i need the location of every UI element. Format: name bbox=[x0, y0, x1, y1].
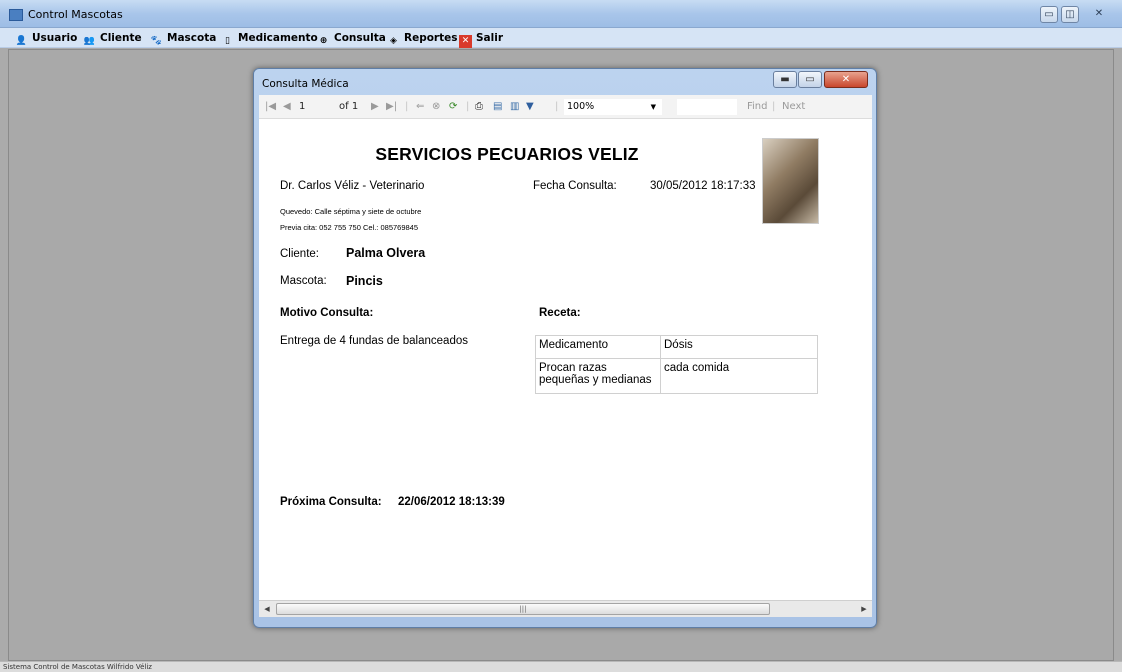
next-page-icon[interactable]: ▶ bbox=[371, 100, 379, 113]
title-bar: Control Mascotas ▭ ◫ ✕ bbox=[0, 0, 1122, 28]
app-icon bbox=[9, 9, 23, 21]
status-bar: Sistema Control de Mascotas Wilfrido Vél… bbox=[0, 661, 1122, 672]
company-name: SERVICIOS PECUARIOS VELIZ bbox=[375, 144, 639, 164]
pet-photo bbox=[762, 138, 819, 224]
menu-usuario[interactable]: 👤 Usuario bbox=[15, 31, 77, 47]
report-viewer: SERVICIOS PECUARIOS VELIZ Dr. Carlos Vél… bbox=[259, 119, 872, 600]
scroll-thumb[interactable]: ||| bbox=[276, 603, 770, 615]
child-window-title: Consulta Médica bbox=[262, 78, 349, 90]
find-input[interactable] bbox=[677, 99, 737, 115]
menu-usuario-label: Usuario bbox=[32, 32, 78, 44]
find-link[interactable]: Find bbox=[747, 100, 768, 113]
page-count: of 1 bbox=[339, 101, 359, 112]
fecha-value: 30/05/2012 18:17:33 bbox=[650, 180, 756, 192]
user-icon: 👤 bbox=[15, 36, 28, 46]
main-window: Control Mascotas ▭ ◫ ✕ 👤 Usuario 👥 Cliente… bbox=[0, 0, 1122, 672]
minimize-button[interactable]: ▭ bbox=[1040, 6, 1058, 23]
cliente-value: Palma Olvera bbox=[346, 246, 426, 260]
refresh-icon[interactable]: ⟳ bbox=[449, 100, 457, 113]
stop-icon[interactable]: ⊗ bbox=[432, 100, 440, 113]
export-icon[interactable]: ▼ bbox=[526, 100, 534, 113]
last-page-icon[interactable]: ▶| bbox=[386, 100, 397, 113]
menu-reportes[interactable]: ◈ Reportes bbox=[387, 31, 458, 47]
toolbar-separator: | bbox=[772, 101, 776, 112]
toolbar-separator: | bbox=[466, 101, 470, 112]
horizontal-scrollbar[interactable]: ◀ ||| ▶ bbox=[259, 600, 872, 617]
mascota-label: Mascota: bbox=[280, 275, 327, 287]
menu-cliente-label: Cliente bbox=[100, 32, 142, 44]
address: Quevedo: Calle séptima y siete de octubr… bbox=[280, 207, 422, 216]
table-cell: cada comida bbox=[660, 358, 818, 394]
table-cell: Procan razas pequeñas y medianas bbox=[535, 358, 661, 394]
scroll-right-icon[interactable]: ▶ bbox=[858, 603, 870, 615]
first-page-icon[interactable]: |◀ bbox=[265, 100, 276, 113]
chevron-down-icon: ▼ bbox=[650, 103, 656, 111]
status-text: Sistema Control de Mascotas Wilfrido Vél… bbox=[3, 663, 152, 671]
consult-icon: ⊕ bbox=[319, 36, 328, 46]
menu-mascota-label: Mascota bbox=[167, 32, 217, 44]
back-icon[interactable]: ⇐ bbox=[416, 100, 424, 113]
menu-medicamento[interactable]: ▯ Medicamento bbox=[221, 31, 318, 47]
menu-mascota[interactable]: 🐾 Mascota bbox=[150, 31, 216, 47]
medicine-icon: ▯ bbox=[225, 36, 230, 46]
restore-button[interactable]: ◫ bbox=[1061, 6, 1079, 23]
receta-table: Medicamento Dósis Procan razas pequeñas … bbox=[535, 335, 818, 394]
toolbar-separator: | bbox=[555, 101, 559, 112]
reports-icon: ◈ bbox=[390, 36, 397, 46]
scroll-left-icon[interactable]: ◀ bbox=[261, 603, 273, 615]
page-number[interactable]: 1 bbox=[299, 100, 305, 113]
consulta-medica-window: Consulta Médica ▬ ▭ ✕ |◀ ◀ 1 of 1 ▶ ▶| |… bbox=[253, 68, 877, 628]
zoom-value: 100% bbox=[567, 101, 595, 112]
proxima-label: Próxima Consulta: bbox=[280, 496, 382, 508]
close-button[interactable]: ✕ bbox=[1086, 6, 1112, 23]
menu-salir-label: Salir bbox=[476, 32, 504, 44]
motivo-label: Motivo Consulta: bbox=[280, 307, 374, 319]
table-row: Procan razas pequeñas y medianas cada co… bbox=[535, 358, 818, 394]
column-header: Medicamento bbox=[535, 335, 661, 359]
table-header-row: Medicamento Dósis bbox=[535, 335, 818, 359]
print-layout-icon[interactable]: ▤ bbox=[493, 100, 502, 113]
print-icon[interactable]: ⎙ bbox=[475, 100, 483, 113]
prev-page-icon[interactable]: ◀ bbox=[283, 100, 291, 113]
next-link[interactable]: Next bbox=[782, 100, 805, 113]
toolbar-separator: | bbox=[405, 101, 409, 112]
window-title: Control Mascotas bbox=[28, 8, 123, 21]
fecha-label: Fecha Consulta: bbox=[533, 180, 617, 192]
doctor-name: Dr. Carlos Véliz - Veterinario bbox=[280, 180, 425, 192]
menu-bar: 👤 Usuario 👥 Cliente 🐾 Mascota ▯ Medicamento … bbox=[0, 28, 1122, 48]
child-minimize-button[interactable]: ▬ bbox=[773, 71, 797, 88]
menu-medicamento-label: Medicamento bbox=[238, 32, 318, 44]
child-maximize-button[interactable]: ▭ bbox=[798, 71, 822, 88]
menu-salir[interactable]: ✕ Salir bbox=[459, 31, 504, 48]
pet-icon: 🐾 bbox=[150, 36, 163, 46]
zoom-select[interactable]: 100% ▼ bbox=[564, 99, 662, 115]
child-close-button[interactable]: ✕ bbox=[824, 71, 868, 88]
motivo-value: Entrega de 4 fundas de balanceados bbox=[280, 335, 468, 347]
menu-consulta-label: Consulta bbox=[334, 32, 386, 44]
page-setup-icon[interactable]: ▥ bbox=[510, 100, 519, 113]
cliente-label: Cliente: bbox=[280, 248, 319, 260]
receta-label: Receta: bbox=[539, 307, 581, 319]
exit-icon: ✕ bbox=[459, 35, 472, 48]
phone: Previa cita: 052 755 750 Cel.: 085769845 bbox=[280, 223, 419, 232]
menu-reportes-label: Reportes bbox=[404, 32, 458, 44]
proxima-value: 22/06/2012 18:13:39 bbox=[398, 496, 505, 508]
client-icon: 👥 bbox=[83, 36, 96, 46]
menu-cliente[interactable]: 👥 Cliente bbox=[83, 31, 142, 47]
menu-consulta[interactable]: ⊕ Consulta bbox=[317, 31, 386, 47]
column-header: Dósis bbox=[660, 335, 818, 359]
report-toolbar: |◀ ◀ 1 of 1 ▶ ▶| | ⇐ ⊗ ⟳ | ⎙ ▤ ▥ ▼ | 100… bbox=[259, 95, 872, 119]
mascota-value: Pincis bbox=[346, 274, 383, 288]
